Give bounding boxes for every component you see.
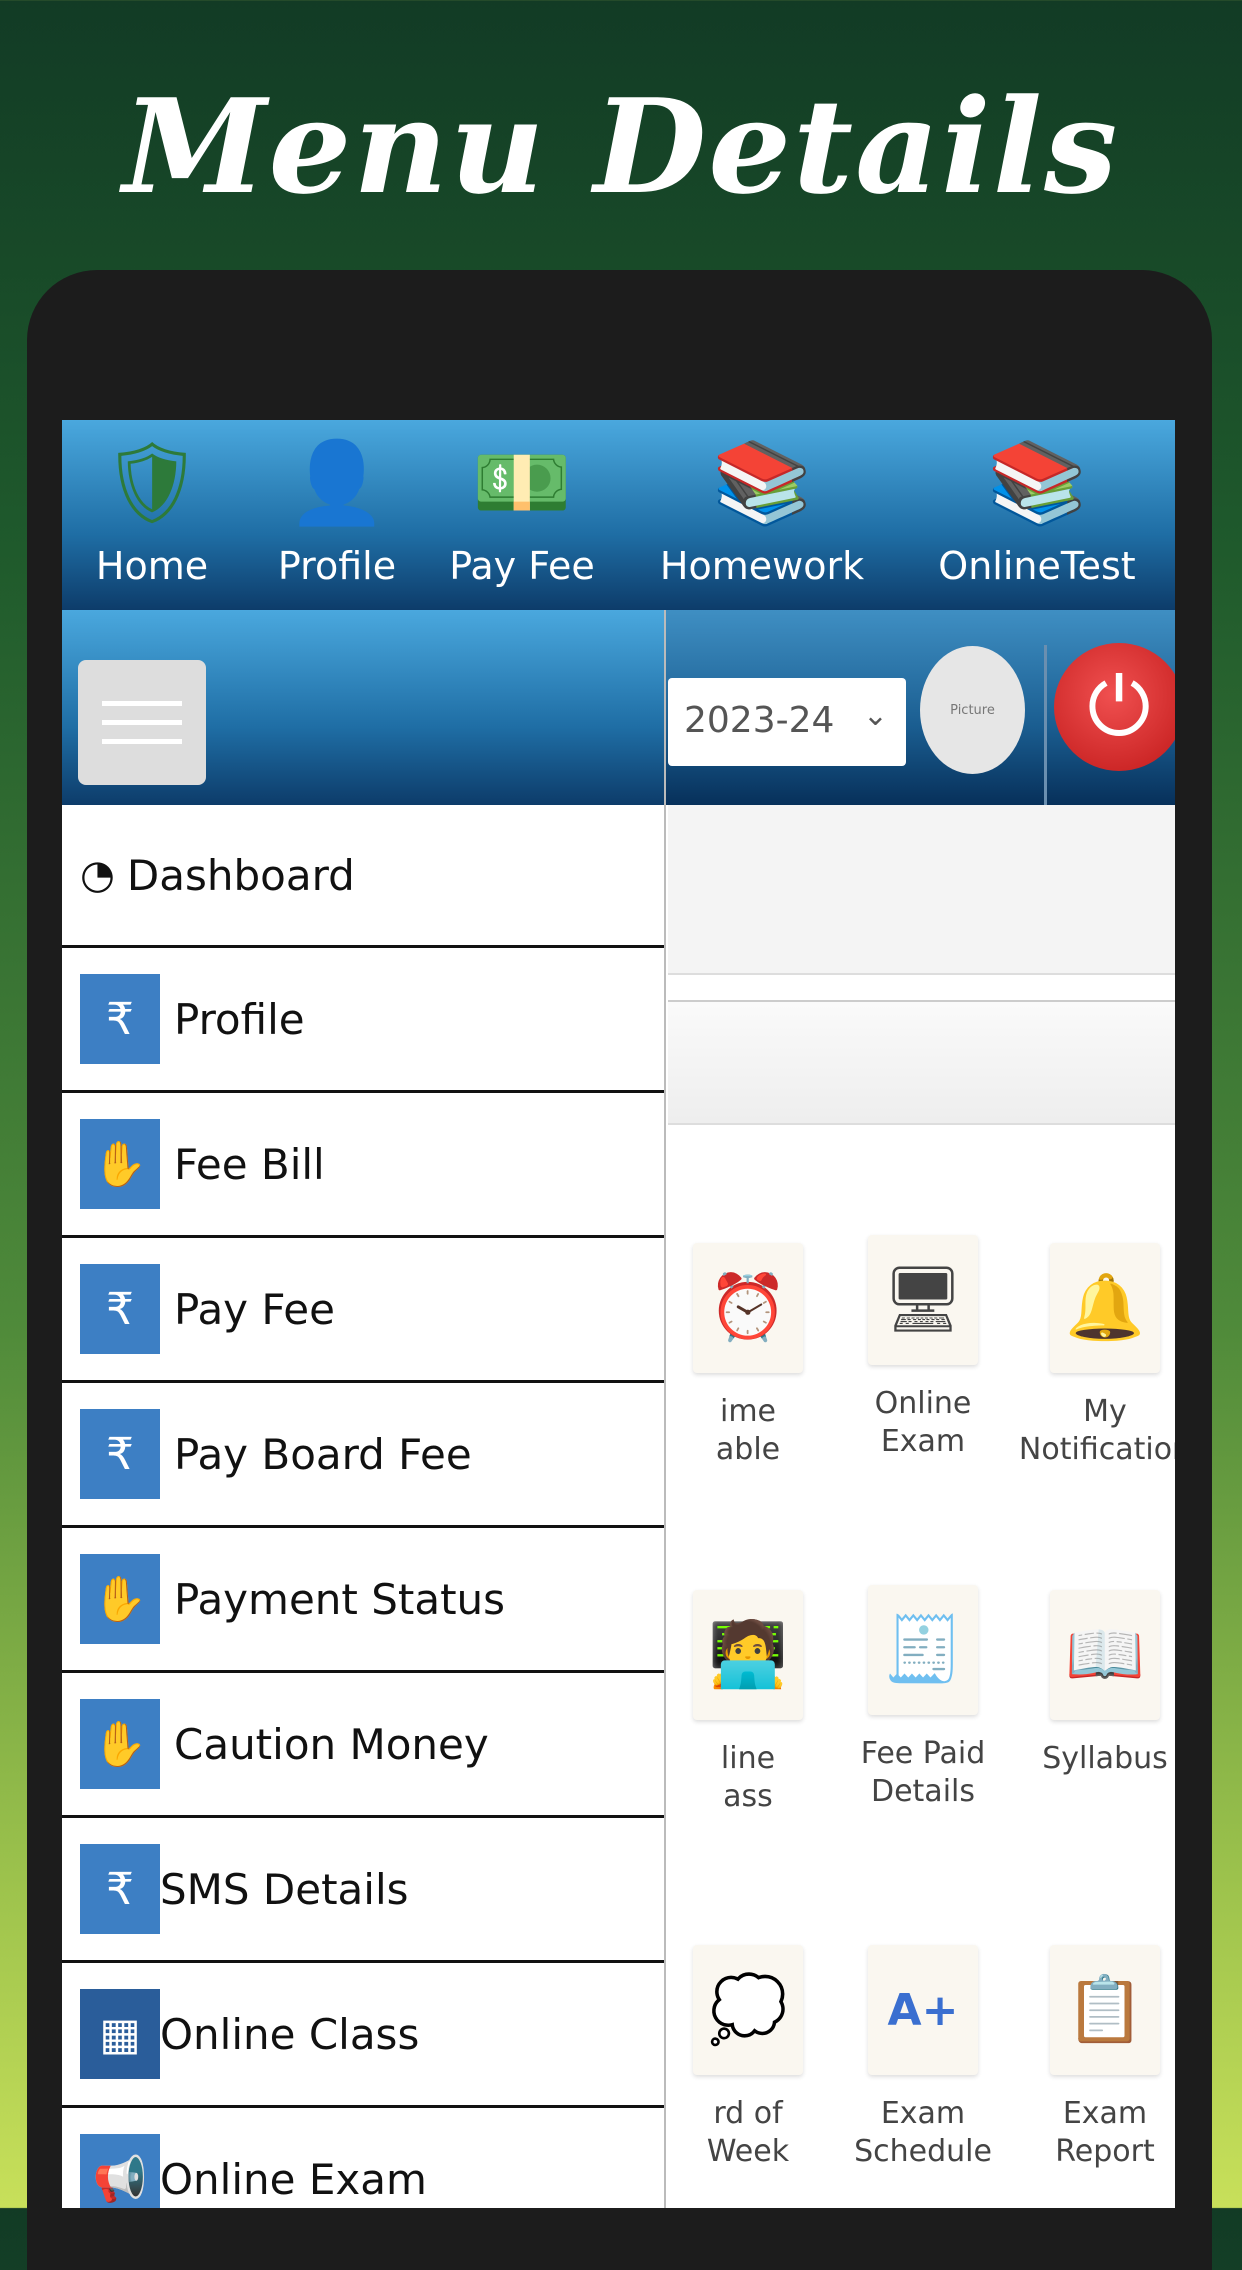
tile-online-class[interactable]: 🧑‍💻 line ass [648, 1590, 848, 1815]
tile-syllabus[interactable]: 📖 Syllabus [1005, 1590, 1175, 1778]
nav-label: OnlineTest [938, 544, 1136, 588]
chevron-down-icon: ⌄ [862, 698, 888, 733]
session-value: 2023-24 [684, 700, 835, 741]
nav-label: Pay Fee [449, 544, 595, 588]
tile-label: Syllabus [1042, 1741, 1168, 1776]
menu-item-pay-fee[interactable]: ₹ Pay Fee [62, 1238, 664, 1383]
tile-my-notification[interactable]: 🔔 My Notification [1005, 1243, 1175, 1468]
power-icon[interactable]: ⏻ [1054, 643, 1175, 771]
tile-word-of-week[interactable]: 💭 rd of Week [648, 1945, 848, 2170]
receipt-icon: 🧾 [868, 1585, 978, 1715]
menu-item-label: Payment Status [174, 1574, 506, 1624]
menu-item-label: Profile [174, 994, 305, 1044]
clipboard-icon: 📋 [1050, 1945, 1160, 2075]
menu-item-label: Fee Bill [174, 1139, 325, 1189]
books-icon: 📚 [712, 436, 812, 529]
clock-calendar-icon: ⏰ [693, 1243, 803, 1373]
avatar[interactable]: Picture [920, 646, 1025, 774]
menu-item-caution-money[interactable]: ✋ Caution Money [62, 1673, 664, 1818]
grade-paper-icon: A+ [868, 1945, 978, 2075]
school-emblem-icon: 🛡 [101, 436, 203, 529]
tile-label: Online Exam [874, 1386, 972, 1459]
menu-item-label: Pay Fee [174, 1284, 335, 1334]
menu-item-label: Caution Money [174, 1719, 489, 1769]
side-drawer: ◔ Dashboard ₹ Profile ✋ Fee Bill ₹ Pay Fee ₹… [62, 610, 666, 2208]
hand-card-icon: ✋ [80, 1119, 160, 1209]
timetable-icon: ▦ [80, 1989, 160, 2079]
nav-label: Homework [659, 544, 865, 588]
hand-card-icon: ✋ [80, 1699, 160, 1789]
student-fee-icon: ₹ [80, 974, 160, 1064]
nav-profile[interactable]: 👤 Profile [262, 420, 412, 610]
dashboard-gauge-icon: ◔ [80, 852, 115, 898]
nav-label: Profile [277, 544, 397, 588]
nav-onlinetest[interactable]: 📚 OnlineTest [932, 420, 1142, 610]
app-screen: 🛡 Home 👤 Profile 💵 Pay Fee 📚 Homework 📚 Onlin… [62, 420, 1175, 2208]
tile-label: ime able [715, 1394, 781, 1467]
student-fee-icon: ₹ [80, 1264, 160, 1354]
nav-home[interactable]: 🛡 Home [72, 420, 232, 610]
nav-pay-fee[interactable]: 💵 Pay Fee [442, 420, 602, 610]
tile-fee-paid-details[interactable]: 🧾 Fee Paid Details [823, 1585, 1023, 1810]
tile-label: Exam Report [1055, 2096, 1155, 2169]
menu-item-online-exam[interactable]: 📢 Online Exam [62, 2108, 664, 2208]
computer-exam-icon: 🖥 [868, 1235, 978, 1365]
tile-label: Fee Paid Details [860, 1736, 986, 1809]
page-title: Menu Details [122, 70, 1120, 223]
drawer-header [62, 610, 664, 805]
student-fee-icon: ₹ [80, 1409, 160, 1499]
tile-exam-report[interactable]: 📋 Exam Report [1005, 1945, 1175, 2170]
menu-item-profile[interactable]: ₹ Profile [62, 948, 664, 1093]
thought-icon: 💭 [693, 1945, 803, 2075]
money-icon: 💵 [472, 436, 572, 529]
menu-item-payment-status[interactable]: ✋ Payment Status [62, 1528, 664, 1673]
top-nav: 🛡 Home 👤 Profile 💵 Pay Fee 📚 Homework 📚 Onlin… [62, 420, 1175, 610]
nav-homework[interactable]: 📚 Homework [652, 420, 872, 610]
dashboard-content: ⏰ ime able 🖥 Online Exam 🔔 My Notification … [668, 805, 1175, 2208]
menu-item-label: SMS Details [160, 1864, 409, 1914]
menu-item-label: Online Class [160, 2009, 420, 2059]
tile-label: rd of Week [706, 2096, 790, 2169]
tile-label: Exam Schedule [854, 2096, 992, 2169]
tile-label: line ass [720, 1741, 776, 1814]
student-fee-icon: ₹ [80, 1844, 160, 1934]
megaphone-icon: 📢 [80, 2134, 160, 2208]
tile-online-exam[interactable]: 🖥 Online Exam [823, 1235, 1023, 1460]
hand-card-icon: ✋ [80, 1554, 160, 1644]
avatar-placeholder-text: Picture [950, 702, 995, 718]
menu-item-dashboard[interactable]: ◔ Dashboard [62, 805, 664, 948]
session-select[interactable]: 2023-24 ⌄ [668, 678, 906, 766]
tile-label: My Notification [1018, 1394, 1175, 1467]
menu-item-label: Online Exam [160, 2154, 427, 2204]
nav-label: Home [95, 544, 209, 588]
tile-exam-schedule[interactable]: A+ Exam Schedule [823, 1945, 1023, 2170]
bell-icon: 🔔 [1050, 1243, 1160, 1373]
content-band [668, 805, 1175, 975]
menu-item-online-class[interactable]: ▦ Online Class [62, 1963, 664, 2108]
menu-item-sms-details[interactable]: ₹ SMS Details [62, 1818, 664, 1963]
online-class-icon: 🧑‍💻 [693, 1590, 803, 1720]
content-band [668, 1000, 1175, 1125]
tile-time-table[interactable]: ⏰ ime able [648, 1243, 848, 1468]
menu-item-fee-bill[interactable]: ✋ Fee Bill [62, 1093, 664, 1238]
menu-item-pay-board-fee[interactable]: ₹ Pay Board Fee [62, 1383, 664, 1528]
person-icon: 👤 [287, 436, 387, 529]
book-stack-icon: 📚 [987, 436, 1087, 529]
menu-item-label: Dashboard [126, 850, 355, 900]
menu-item-label: Pay Board Fee [174, 1429, 472, 1479]
open-book-icon: 📖 [1050, 1590, 1160, 1720]
hamburger-menu-icon[interactable] [78, 660, 206, 785]
divider [1044, 645, 1047, 805]
